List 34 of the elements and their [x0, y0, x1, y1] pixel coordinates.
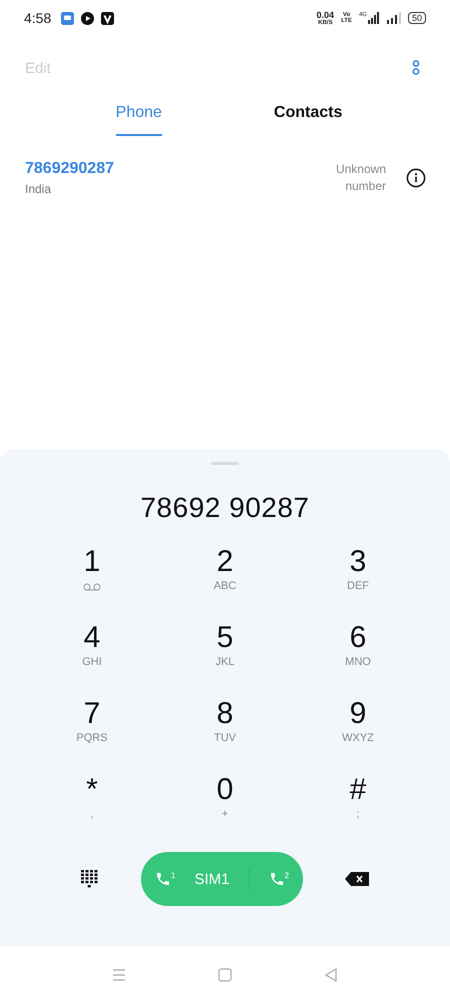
dialed-number: 78692 90287 — [140, 492, 310, 525]
dial-key[interactable]: 2 ABC — [158, 542, 292, 618]
battery-level: 50 — [408, 12, 426, 24]
phone-number[interactable]: 7869290287 — [25, 160, 330, 178]
play-icon — [81, 12, 94, 24]
menu-icon[interactable] — [112, 968, 126, 982]
speed-value: 0.04 — [316, 10, 334, 20]
keypad-icon[interactable] — [81, 870, 99, 888]
back-icon[interactable] — [324, 968, 338, 982]
home-icon[interactable] — [218, 968, 232, 982]
dial-key[interactable]: 9 WXYZ — [292, 694, 424, 770]
number-location: India — [25, 182, 52, 196]
dial-key[interactable]: 7 PQRS — [26, 694, 158, 770]
tab[interactable]: Phone — [116, 100, 162, 136]
message-icon — [61, 12, 74, 24]
dial-key[interactable]: 3 DEF — [292, 542, 424, 618]
voicemail-icon — [83, 583, 101, 591]
app-icon — [101, 12, 114, 24]
dial-key[interactable]: 8 TUV — [158, 694, 292, 770]
dial-key[interactable]: 0 + — [158, 770, 292, 846]
number-status: Unknown number — [334, 161, 386, 195]
tab[interactable]: Contacts — [274, 100, 342, 136]
more-icon[interactable] — [412, 60, 420, 76]
info-icon[interactable] — [406, 168, 426, 188]
dial-key[interactable]: 6 MNO — [292, 618, 424, 694]
dial-key[interactable]: # ; — [292, 770, 424, 846]
dial-key[interactable]: * , — [26, 770, 158, 846]
dial-key[interactable]: 4 GHI — [26, 618, 158, 694]
signal-icon — [386, 12, 401, 24]
dial-key[interactable]: 5 JKL — [158, 618, 292, 694]
status-time: 4:58 — [24, 10, 52, 26]
dial-key[interactable]: 1 — [26, 542, 158, 618]
backspace-icon[interactable] — [345, 872, 369, 886]
signal-icon — [368, 12, 380, 24]
